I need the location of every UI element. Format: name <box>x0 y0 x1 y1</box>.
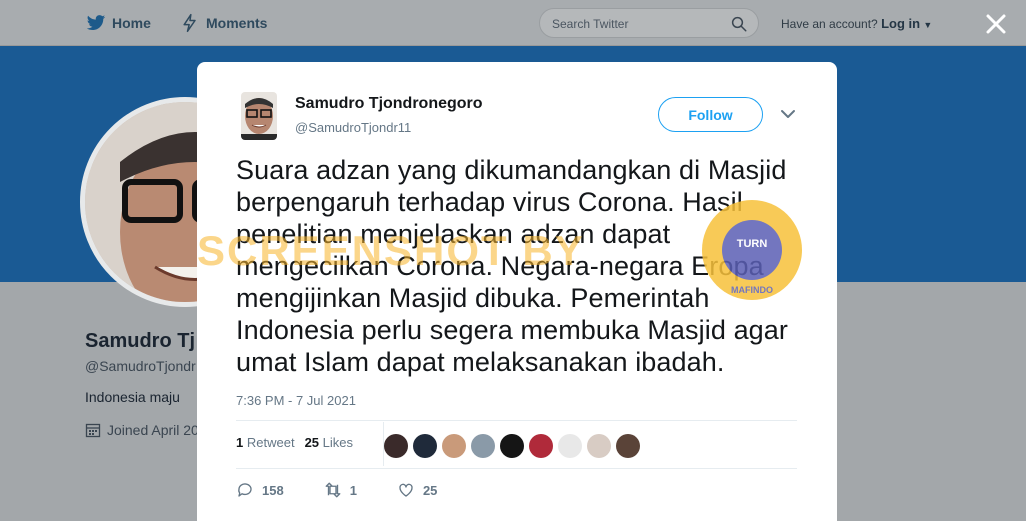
profile-handle: @SamudroTjondr <box>85 358 196 374</box>
likes-stat-label: Likes <box>322 435 354 450</box>
liker-avatar[interactable] <box>500 434 524 458</box>
profile-bio: Indonesia maju <box>85 389 180 405</box>
retweet-icon <box>325 482 341 498</box>
nav-moments[interactable]: Moments <box>180 13 267 33</box>
retweet-stat[interactable]: 1 Retweet <box>236 435 295 450</box>
tweet-text: Suara adzan yang dikumandangkan di Masji… <box>236 155 789 377</box>
profile-name: Samudro Tj <box>85 330 196 352</box>
calendar-icon <box>85 423 101 438</box>
liker-avatar[interactable] <box>529 434 553 458</box>
likers-avatars <box>384 434 640 458</box>
liker-avatar[interactable] <box>558 434 582 458</box>
tweet-modal: Samudro Tjondronegoro @SamudroTjondr11 F… <box>197 62 837 521</box>
heart-icon <box>399 483 413 497</box>
tweet-stats: 1 Retweet 25 Likes <box>236 435 353 450</box>
retweet-stat-count: 1 <box>236 435 244 450</box>
divider-bottom <box>236 468 797 469</box>
likes-stat-count: 25 <box>304 435 320 450</box>
tweet-timestamp[interactable]: 7:36 PM - 7 Jul 2021 <box>236 393 356 408</box>
reply-icon <box>238 483 252 497</box>
retweet-count: 1 <box>349 482 357 498</box>
twitter-bird-icon <box>86 15 106 30</box>
liker-avatar[interactable] <box>616 434 640 458</box>
author-name[interactable]: Samudro Tjondronegoro <box>295 95 483 113</box>
author-photo <box>241 92 277 140</box>
search-input[interactable] <box>552 16 722 32</box>
like-count: 25 <box>422 482 438 498</box>
search-icon[interactable] <box>730 15 748 33</box>
profile-joined: Joined April 20 <box>85 422 199 438</box>
liker-avatar[interactable] <box>587 434 611 458</box>
like-button[interactable]: 25 <box>397 481 437 499</box>
account-prompt: Have an account? <box>781 17 878 31</box>
liker-avatar[interactable] <box>384 434 408 458</box>
liker-avatar[interactable] <box>413 434 437 458</box>
login-link[interactable]: Log in <box>881 16 920 31</box>
likes-stat[interactable]: 25 Likes <box>305 435 353 450</box>
retweet-button[interactable]: 1 <box>324 481 357 499</box>
follow-button[interactable]: Follow <box>658 97 763 132</box>
nav-home[interactable]: Home <box>86 13 151 33</box>
retweet-stat-label: Retweet <box>246 435 295 450</box>
reply-count: 158 <box>262 482 284 498</box>
account-area: Have an account? Log in ▼ <box>781 16 932 31</box>
caret-down-icon[interactable]: ▼ <box>923 20 932 30</box>
tweet-actions: 158 1 25 <box>236 481 477 499</box>
liker-avatar[interactable] <box>471 434 495 458</box>
divider-top <box>236 420 797 421</box>
reply-button[interactable]: 158 <box>236 481 284 499</box>
nav-moments-label: Moments <box>206 15 268 31</box>
profile-joined-label: Joined April 20 <box>107 422 199 438</box>
top-navbar: Home Moments Have an account? Log in ▼ <box>0 0 1026 46</box>
author-handle[interactable]: @SamudroTjondr11 <box>295 120 411 135</box>
author-avatar[interactable] <box>241 92 277 140</box>
nav-home-label: Home <box>112 15 151 31</box>
close-icon[interactable] <box>984 12 1008 36</box>
liker-avatar[interactable] <box>442 434 466 458</box>
chevron-down-icon[interactable] <box>780 108 796 120</box>
lightning-icon <box>183 13 196 33</box>
search-box[interactable] <box>539 8 759 38</box>
